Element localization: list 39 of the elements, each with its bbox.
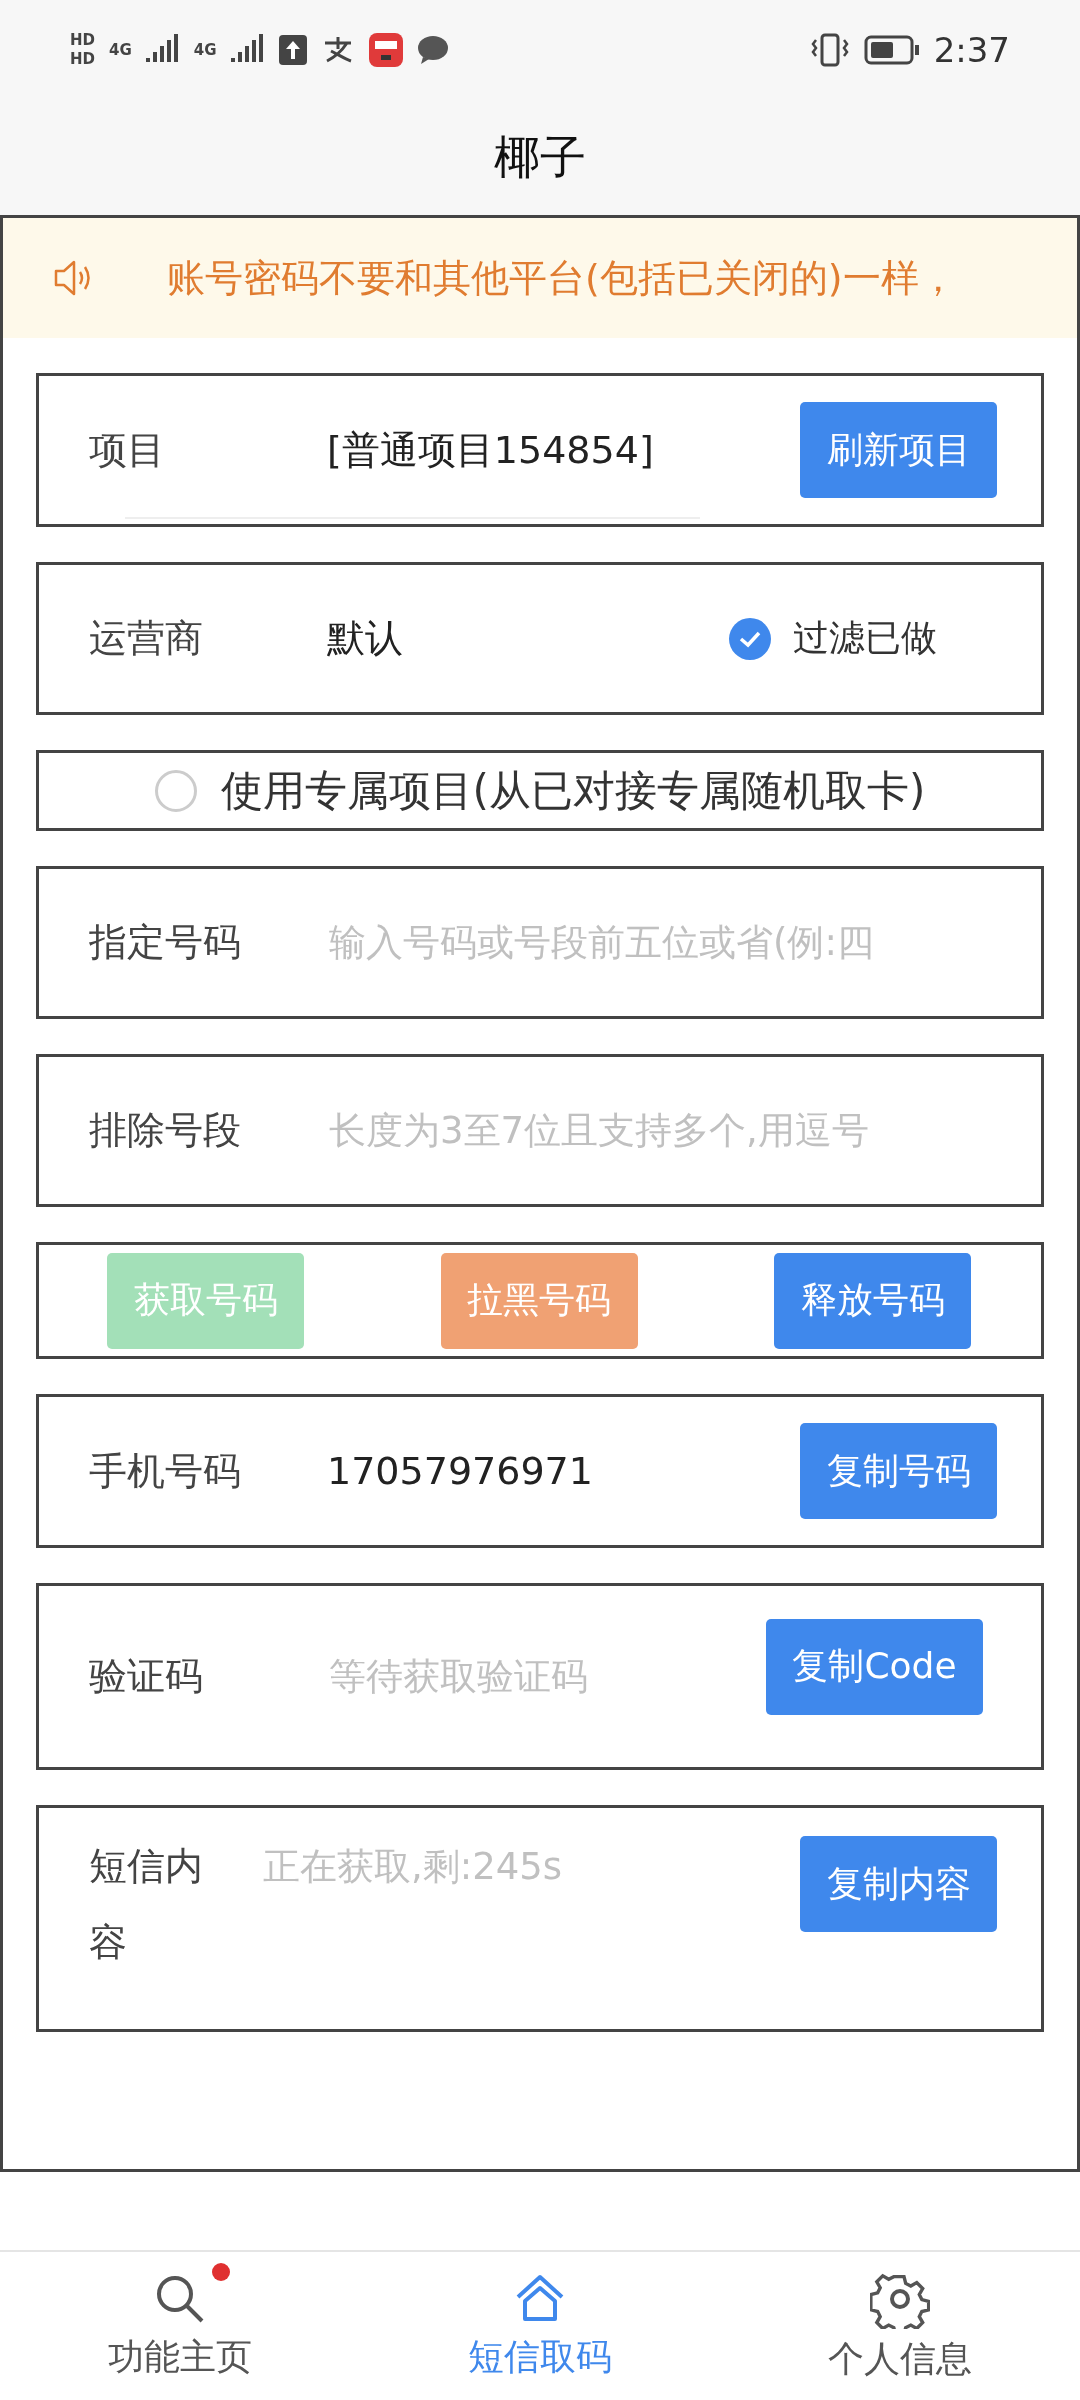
phone-number: 17057976971 [327,1449,593,1493]
input-field[interactable]: 正在获取,剩:245s [261,1836,800,1896]
input-field[interactable]: 等待获取验证码 [327,1654,766,1699]
chat-icon [416,35,449,65]
action-button[interactable]: 拉黑号码 [440,1252,638,1349]
vibrate-icon [809,32,850,68]
sim-label: HD [70,52,95,67]
nav-tab[interactable]: 短信取码 [360,2252,720,2400]
nav-tab[interactable]: 功能主页 [0,2252,360,2400]
nav-tab[interactable]: 个人信息 [720,2252,1080,2400]
sim-label: HD [70,33,95,48]
clock-time: 2:37 [933,30,1010,70]
field-label: 运营商 [89,615,204,663]
radio-button[interactable] [154,769,197,812]
upload-icon [278,35,307,65]
battery-icon [863,35,920,65]
input-field[interactable]: 长度为3至7位且支持多个,用逗号 [327,1108,997,1153]
notice-text: 账号密码不要和其他平台(包括已关闭的)一样， [167,254,957,302]
field-label: 项目 [89,426,166,474]
copy-number-button[interactable]: 复制号码 [800,1423,997,1519]
refresh-button[interactable]: 刷新项目 [800,402,997,498]
action-button[interactable]: 释放号码 [774,1252,971,1349]
field-label: 手机号码 [89,1447,242,1495]
network-label: 4G [109,42,132,58]
field-label: 验证码 [89,1653,204,1701]
network-label: 4G [193,42,217,58]
field-label: 指定号码 [89,919,242,967]
operator-value: 默认 [327,615,403,662]
copy-content-button[interactable]: 复制内容 [800,1836,997,1932]
exclusive-label: 使用专属项目(从已对接专属随机取卡) [220,764,926,817]
field-label: 排除号段 [89,1107,242,1155]
field-label: 短信内容 [89,1843,204,1966]
app-icon [368,33,403,67]
checkbox[interactable] [729,617,771,660]
page-title: 椰子 [494,128,586,186]
input-field[interactable]: 输入号码或号段前五位或省(例:四 [327,920,997,965]
filter-label: 过滤已做 [793,616,937,660]
copy-code-button[interactable]: 复制Code [766,1618,983,1715]
project-value: [普通项目154854] [327,426,654,474]
